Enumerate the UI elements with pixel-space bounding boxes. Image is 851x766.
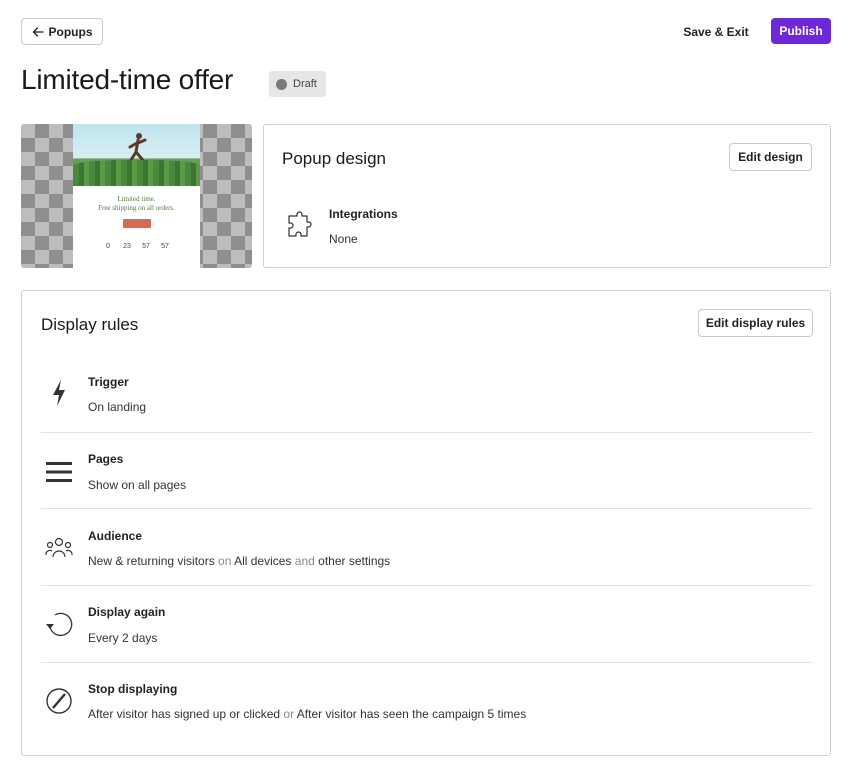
rule-label: Audience bbox=[88, 529, 143, 543]
save-exit-button[interactable]: Save & Exit bbox=[680, 18, 752, 45]
back-to-popups-button[interactable]: Popups bbox=[21, 18, 103, 45]
preview-countdown: 0 23 57 57 bbox=[73, 243, 200, 250]
preview-card: Limited time. Free shipping on all order… bbox=[73, 124, 200, 268]
stop-joiner: or bbox=[280, 707, 297, 721]
users-icon bbox=[41, 530, 77, 566]
status-label: Draft bbox=[293, 78, 317, 90]
edit-design-button[interactable]: Edit design bbox=[729, 143, 812, 171]
rule-value: New & returning visitors on All devices … bbox=[88, 554, 390, 568]
audience-devices: All devices bbox=[234, 554, 292, 568]
arrow-left-icon bbox=[32, 26, 44, 37]
rule-label: Pages bbox=[88, 452, 124, 466]
integrations-label: Integrations bbox=[329, 207, 398, 221]
audience-visitors: New & returning visitors bbox=[88, 554, 215, 568]
rule-pages: Pages Show on all pages bbox=[41, 432, 813, 509]
rule-value: After visitor has signed up or clicked o… bbox=[88, 707, 526, 721]
grass-image bbox=[73, 160, 200, 186]
preview-timer-label bbox=[73, 235, 200, 240]
back-button-label: Popups bbox=[48, 24, 93, 39]
status-dot-icon bbox=[276, 78, 287, 90]
puzzle-icon bbox=[288, 211, 312, 237]
display-rules-title: Display rules bbox=[41, 315, 139, 334]
popup-design-title: Popup design bbox=[282, 149, 386, 168]
rule-label: Display again bbox=[88, 605, 166, 619]
rule-label: Stop displaying bbox=[88, 682, 178, 696]
rule-value: On landing bbox=[88, 400, 147, 414]
publish-button[interactable]: Publish bbox=[771, 18, 831, 44]
page-title: Limited-time offer bbox=[21, 64, 234, 95]
popup-preview[interactable]: Limited time. Free shipping on all order… bbox=[21, 124, 252, 268]
rule-label: Trigger bbox=[88, 375, 129, 389]
rule-value: Every 2 days bbox=[88, 631, 158, 645]
rule-trigger: Trigger On landing bbox=[41, 355, 813, 432]
refresh-icon bbox=[41, 607, 77, 643]
audience-joiner: and bbox=[291, 554, 319, 568]
preview-cta-button bbox=[122, 219, 151, 228]
rule-audience: Audience New & returning visitors on All… bbox=[41, 508, 813, 585]
stop-condition-2: After visitor has seen the campaign 5 ti… bbox=[296, 707, 527, 721]
status-badge: Draft bbox=[269, 71, 326, 97]
audience-other: other settings bbox=[318, 554, 391, 568]
audience-joiner: on bbox=[214, 554, 235, 568]
preview-headline: Limited time. bbox=[117, 195, 156, 203]
rule-display-again: Display again Every 2 days bbox=[41, 585, 813, 662]
preview-timer-days: 0 bbox=[106, 243, 110, 250]
preview-timer-minutes: 57 bbox=[142, 243, 150, 250]
preview-hero-image bbox=[73, 124, 200, 186]
preview-subheadline: Free shipping on all orders. bbox=[98, 204, 175, 212]
integrations-value: None bbox=[329, 232, 358, 246]
rule-value: Show on all pages bbox=[88, 478, 187, 492]
stop-condition-1: After visitor has signed up or clicked bbox=[88, 707, 281, 721]
lightning-icon bbox=[41, 375, 77, 411]
popup-design-card: Popup design Edit design Integrations No… bbox=[263, 124, 831, 268]
preview-timer-seconds: 57 bbox=[161, 243, 169, 250]
preview-timer-hours: 23 bbox=[123, 243, 131, 250]
list-icon bbox=[41, 454, 77, 490]
display-rules-card: Display rules Edit display rules Trigger… bbox=[21, 290, 831, 756]
prohibited-icon bbox=[41, 683, 77, 719]
edit-display-rules-button[interactable]: Edit display rules bbox=[698, 309, 813, 337]
rule-stop-displaying: Stop displaying After visitor has signed… bbox=[41, 662, 813, 739]
